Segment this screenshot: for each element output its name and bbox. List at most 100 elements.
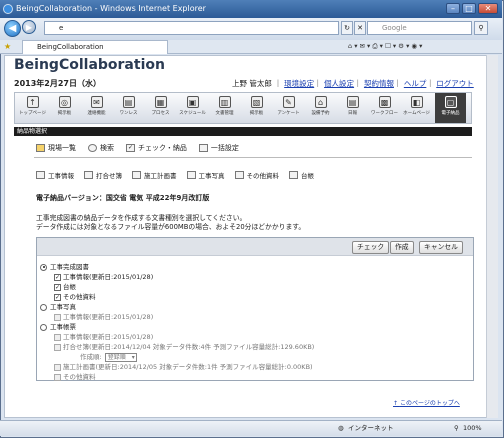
checkbox-disabled xyxy=(54,343,61,351)
up-arrow-icon: ↑ xyxy=(26,96,39,108)
tool-label: 電子納品 xyxy=(441,111,460,116)
search-input[interactable]: Google xyxy=(367,21,472,35)
tool-documents[interactable]: ▥ 文書管理 xyxy=(209,93,240,123)
tool-report[interactable]: ▤ 日報 xyxy=(337,93,368,123)
doctab-ledger[interactable]: 台帳 xyxy=(289,170,314,180)
favorites-star-icon[interactable]: ★ xyxy=(4,42,11,51)
tool-label: ワンレス xyxy=(119,111,138,116)
current-date: 2013年2月27日（水） xyxy=(14,79,101,88)
link-help[interactable]: ヘルプ xyxy=(404,79,427,88)
forward-button[interactable]: ▶ xyxy=(22,20,36,34)
create-button[interactable]: 作成 xyxy=(390,241,414,254)
tool-homepage[interactable]: ◧ ホームページ xyxy=(401,93,432,123)
creation-order-select[interactable]: 登録順 xyxy=(104,352,137,362)
report-icon: ▤ xyxy=(346,96,359,108)
doctab-construction-plan[interactable]: 施工計画書 xyxy=(132,170,177,180)
tool-board[interactable]: ◎ 掲示板 xyxy=(49,93,80,123)
browser-tab[interactable]: BeingCollaboration xyxy=(22,40,168,54)
sub-navigation: 現場一覧 検索 ✓ チェック・納品 一括設定 xyxy=(36,143,251,153)
list-item: その他資料 xyxy=(40,372,314,382)
option-photos[interactable]: 工事写真 xyxy=(40,302,314,312)
divider xyxy=(34,157,472,158)
tool-label: プロセス xyxy=(151,111,170,116)
checkbox-checked[interactable]: ✓ xyxy=(54,283,61,291)
subnav-site-list[interactable]: 現場一覧 xyxy=(36,143,76,153)
radio-completion[interactable] xyxy=(40,263,47,271)
page-top-label: このページのトップへ xyxy=(399,400,460,407)
doctab-photos[interactable]: 工事写真 xyxy=(186,170,225,180)
doctab-meeting-record[interactable]: 打合せ簿 xyxy=(84,170,122,180)
maximize-button[interactable]: □ xyxy=(462,3,476,14)
checkbox-disabled xyxy=(54,363,61,371)
tool-process[interactable]: ▦ プロセス xyxy=(145,93,176,123)
ie-logo-icon xyxy=(3,4,13,14)
address-bar[interactable]: e xyxy=(44,21,339,35)
link-contract[interactable]: 契約情報 xyxy=(364,79,394,88)
option-documents[interactable]: 工事帳票 xyxy=(40,322,314,332)
title-bar: BeingCollaboration - Windows Internet Ex… xyxy=(0,0,502,18)
main-toolbar: ↑ トップページ ◎ 掲示板 ✉ 連絡機能 ▤ ワンレス ▦ プロセス ▣ スケジュール ▥… xyxy=(14,92,472,124)
search-icon[interactable]: ⚲ xyxy=(474,21,488,35)
refresh-icon[interactable]: ↻ xyxy=(341,21,353,35)
minimize-button[interactable]: – xyxy=(446,3,460,14)
tool-facility[interactable]: ⌂ 設備予約 xyxy=(305,93,336,123)
command-bar-icons[interactable]: ⌂ ▾ ✉ ▾ ⎙ ▾ ☐ ▾ ⚙ ▾ ◉ ▾ xyxy=(348,42,422,51)
plan-icon xyxy=(132,171,141,179)
subnav-check-delivery[interactable]: ✓ チェック・納品 xyxy=(126,143,187,153)
tool-label: 連絡機能 xyxy=(87,111,106,116)
check-button[interactable]: チェック xyxy=(352,241,390,254)
mail-icon: ✉ xyxy=(90,96,103,108)
document-tabs: 工事情報 打合せ簿 施工計画書 工事写真 その他資料 台帳 xyxy=(36,170,324,180)
section-title: 納品物選択 xyxy=(14,127,472,136)
item-label: 工事情報(更新日:2015/01/28) xyxy=(63,313,154,321)
notice-icon: ▧ xyxy=(250,96,263,108)
delivery-icon: ▢ xyxy=(444,96,457,108)
close-button[interactable]: ✕ xyxy=(478,3,498,14)
description: 工事完成図書の納品データを作成する文書種別を選択してください。 データ作成には対… xyxy=(36,214,305,232)
doctab-label: 工事情報 xyxy=(48,172,74,180)
record-icon xyxy=(84,171,93,179)
page-top-link[interactable]: ↑ このページのトップへ xyxy=(393,398,460,407)
tool-workflow[interactable]: ▤ ワンレス xyxy=(113,93,144,123)
doctab-label: 台帳 xyxy=(301,172,314,180)
tool-e-delivery[interactable]: ▢ 電子納品 xyxy=(435,93,466,123)
board-icon: ◎ xyxy=(58,96,71,108)
checkbox-checked[interactable]: ✓ xyxy=(54,273,61,281)
cancel-button[interactable]: キャンセル xyxy=(419,241,463,254)
radio-photos[interactable] xyxy=(40,303,47,311)
subnav-label: 検索 xyxy=(100,144,114,152)
vertical-scrollbar[interactable] xyxy=(486,55,498,418)
link-settings[interactable]: 環境設定 xyxy=(284,79,314,88)
zoom-icon[interactable]: ⚲ xyxy=(454,421,459,436)
tool-notice[interactable]: ▧ 掲示板 xyxy=(241,93,272,123)
checkbox-checked[interactable]: ✓ xyxy=(54,293,61,301)
user-name: 上野 管太郎 xyxy=(232,79,272,88)
radio-documents[interactable] xyxy=(40,323,47,331)
workflow-icon: ▤ xyxy=(122,96,135,108)
subnav-search[interactable]: 検索 xyxy=(88,143,114,153)
flow-icon: ▩ xyxy=(378,96,391,108)
creation-order-label: 作成順: xyxy=(80,353,102,361)
list-item[interactable]: ✓ 工事情報(更新日:2015/01/28) xyxy=(40,272,314,282)
zoom-level[interactable]: 100% xyxy=(463,421,482,436)
back-button[interactable]: ◀ xyxy=(4,20,21,37)
doctab-other-documents[interactable]: その他資料 xyxy=(234,170,279,180)
link-personal[interactable]: 個人設定 xyxy=(324,79,354,88)
tool-top-page[interactable]: ↑ トップページ xyxy=(17,93,48,123)
creation-order-row: 作成順: 登録順 xyxy=(40,352,314,362)
stop-icon[interactable]: ✕ xyxy=(354,21,366,35)
link-logout[interactable]: ログアウト xyxy=(436,79,474,88)
list-item[interactable]: ✓ その他資料 xyxy=(40,292,314,302)
tool-mail[interactable]: ✉ 連絡機能 xyxy=(81,93,112,123)
subnav-bulk-setting[interactable]: 一括設定 xyxy=(198,143,239,153)
tool-label: ワークフロー xyxy=(371,111,398,116)
tool-schedule[interactable]: ▣ スケジュール xyxy=(177,93,208,123)
other-docs-icon xyxy=(234,171,244,179)
tool-flow[interactable]: ▩ ワークフロー xyxy=(369,93,400,123)
list-item[interactable]: ✓ 台帳 xyxy=(40,282,314,292)
tool-survey[interactable]: ✎ アンケート xyxy=(273,93,304,123)
user-links: 上野 管太郎 ｜ 環境設定｜ 個人設定｜ 契約情報｜ ヘルプ｜ ログアウト xyxy=(232,79,474,88)
option-completion-docs[interactable]: 工事完成図書 xyxy=(40,262,314,272)
item-label: その他資料 xyxy=(63,293,96,301)
doctab-construction-info[interactable]: 工事情報 xyxy=(36,170,74,180)
